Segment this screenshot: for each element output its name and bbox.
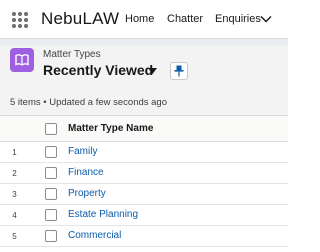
row-checkbox[interactable] [45,209,57,221]
row-number: 3 [12,190,17,199]
app-launcher-icon[interactable] [12,12,28,28]
caret-down-icon[interactable] [148,68,157,74]
row-number: 2 [12,169,17,178]
row-checkbox[interactable] [45,188,57,200]
list-status-text: 5 items • Updated a few seconds ago [10,97,168,108]
row-checkbox[interactable] [45,230,57,242]
record-link[interactable]: Estate Planning [68,209,138,220]
record-link[interactable]: Property [68,188,106,199]
global-nav-bar: NebuLAW Home Chatter Enquiries [0,0,288,38]
table-row: 5 Commercial [0,226,288,247]
row-number: 4 [12,211,17,220]
list-view-name[interactable]: Recently Viewed [43,62,153,78]
table-row: 2 Finance [0,163,288,184]
record-link[interactable]: Finance [68,167,104,178]
table-row: 1 Family [0,142,288,163]
book-icon [10,48,34,72]
select-all-checkbox[interactable] [45,123,57,135]
nav-item-chatter[interactable]: Chatter [167,13,203,25]
column-header-matter-type-name[interactable]: Matter Type Name [68,123,153,134]
row-number: 5 [12,232,17,241]
app-name: NebuLAW [41,9,120,28]
pin-icon [174,65,184,77]
table-row: 4 Estate Planning [0,205,288,226]
table-header-row: Matter Type Name [0,116,288,142]
nav-item-home[interactable]: Home [125,13,154,25]
nav-item-enquiries[interactable]: Enquiries [215,13,261,25]
row-checkbox[interactable] [45,146,57,158]
object-type-label: Matter Types [43,49,101,60]
pin-list-view-button[interactable] [170,62,188,80]
row-checkbox[interactable] [45,167,57,179]
chevron-down-icon[interactable] [259,12,273,26]
table-row: 3 Property [0,184,288,205]
row-number: 1 [12,148,17,157]
record-link[interactable]: Commercial [68,230,121,241]
record-link[interactable]: Family [68,146,97,157]
